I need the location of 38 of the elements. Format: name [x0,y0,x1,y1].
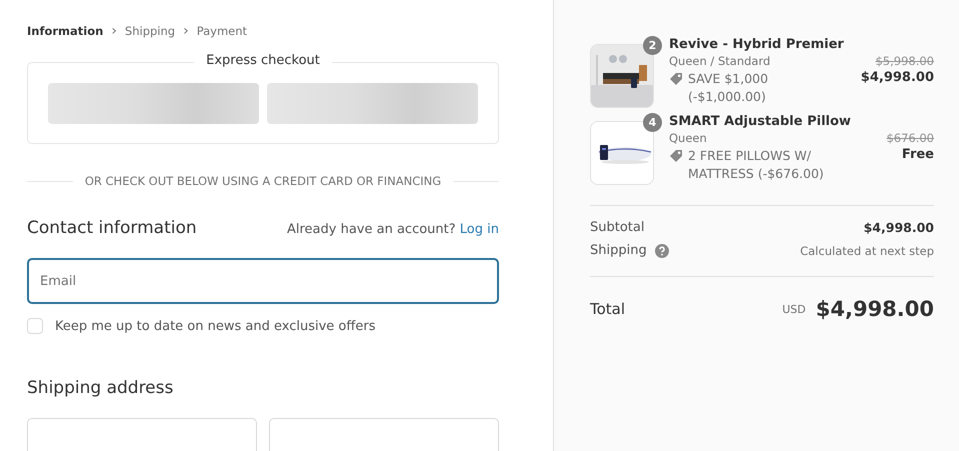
product-variant: Queen / Standard [669,54,772,68]
help-icon[interactable] [654,244,669,258]
total-label: Total [590,300,626,318]
section-heading: Shipping address [27,378,174,398]
product-name: SMART Adjustable Pillow [669,114,852,129]
total-value: $4,998.00 [816,297,934,321]
breadcrumb-step[interactable]: Payment [196,24,248,38]
subtotal-value: $4,998.00 [864,220,934,235]
tag-icon [669,72,683,86]
checkbox[interactable] [27,318,43,334]
quantity-badge: 4 [643,113,662,132]
account-prompt: Already have an account? [286,222,456,237]
subtotal-label: Subtotal [590,220,644,235]
original-price: $676.00 [886,131,934,145]
input-field[interactable] [269,418,499,451]
discount-text: SAVE $1,000 (-$1,000.00) [688,70,770,106]
shipping-label: Shipping [590,243,647,258]
shipping-value: Calculated at next step [800,244,934,258]
input-field[interactable] [27,418,257,451]
discount-text: 2 FREE PILLOWS W/ MATTRESS (-$676.00) [688,147,825,183]
divider-text: OR CHECK OUT BELOW USING A CREDIT CARD OR FINANCING [84,174,442,188]
product-name: Revive - Hybrid Premier [669,37,845,52]
item-price: Free [902,147,934,162]
breadcrumb-step[interactable]: Information [27,24,104,38]
original-price: $5,998.00 [875,54,934,68]
email-field[interactable]: Email [27,258,499,304]
checkbox-label: Keep me up to date on news and exclusive offers [55,318,376,334]
currency-code: USD [782,302,806,316]
tag-icon [669,149,683,163]
section-heading: Contact information [27,218,197,238]
express-checkout-title: Express checkout [194,53,332,68]
breadcrumb-step[interactable]: Shipping [124,24,176,38]
login-link[interactable]: Log in [460,222,499,237]
chevron-icon: › [183,23,189,39]
quantity-badge: 2 [643,36,662,55]
chevron-icon: › [111,23,117,39]
product-variant: Queen [669,131,708,145]
item-price: $4,998.00 [860,70,934,85]
